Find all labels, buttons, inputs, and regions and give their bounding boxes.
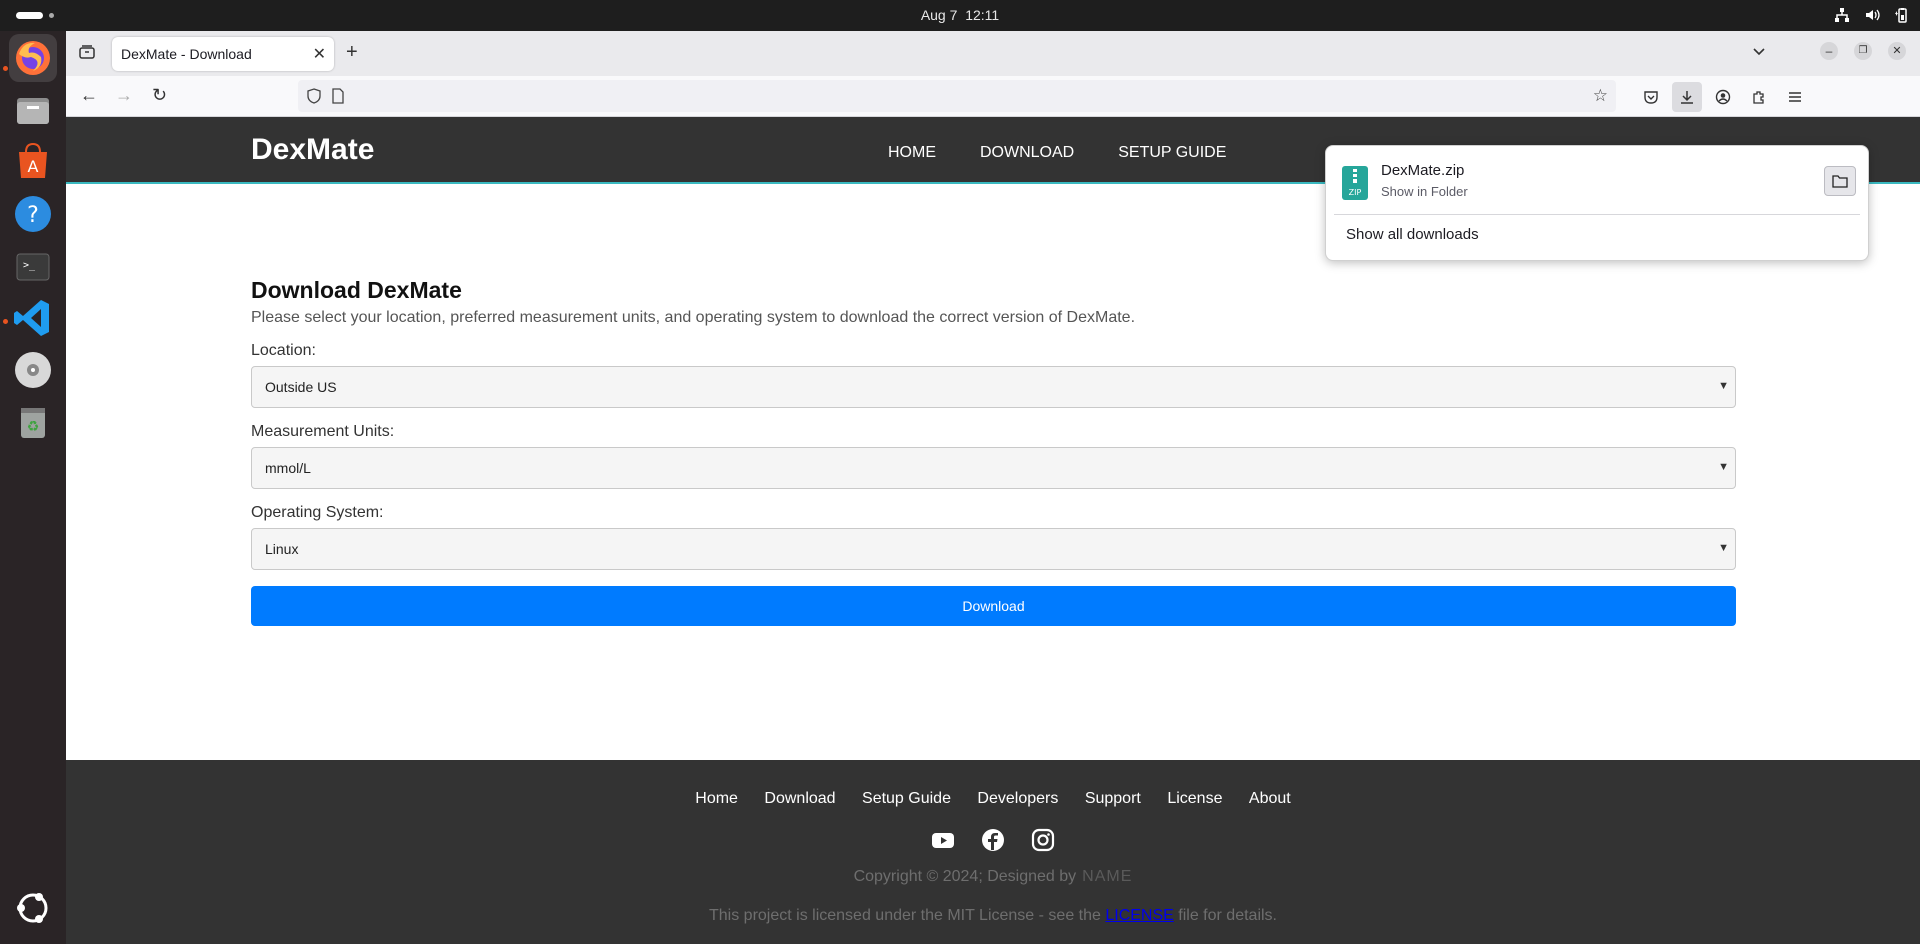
footer-link-support[interactable]: Support [1085, 790, 1141, 807]
ubuntu-logo-icon[interactable] [9, 884, 57, 932]
license-suffix: file for details. [1178, 907, 1277, 924]
files-icon[interactable] [9, 86, 57, 134]
nav-setup-guide[interactable]: SETUP GUIDE [1118, 144, 1226, 162]
location-value: Outside US [265, 379, 337, 395]
nav-home[interactable]: HOME [888, 144, 936, 162]
svg-text:>_: >_ [23, 260, 36, 271]
page-info-icon[interactable] [330, 88, 346, 109]
footer-link-home[interactable]: Home [695, 790, 738, 807]
dvd-icon[interactable] [9, 346, 57, 394]
license-text: This project is licensed under the MIT L… [66, 907, 1920, 925]
url-input[interactable] [360, 86, 1560, 106]
os-value: Linux [265, 541, 299, 557]
svg-text:♻: ♻ [27, 419, 40, 435]
close-tab-icon[interactable]: ✕ [313, 44, 326, 64]
running-indicator [3, 319, 8, 324]
back-icon[interactable]: ← [80, 85, 98, 106]
trash-icon[interactable]: ♻ [9, 398, 57, 446]
footer-links: Home Download Setup Guide Developers Sup… [66, 790, 1920, 808]
os-select[interactable]: Linux ▼ [251, 528, 1736, 570]
page-description: Please select your location, preferred m… [251, 309, 1136, 326]
download-button[interactable]: Download [251, 586, 1736, 626]
license-prefix: This project is licensed under the MIT L… [709, 907, 1101, 924]
panel-divider [1334, 214, 1860, 215]
dock: A ? >_ ♻ [0, 31, 66, 944]
footer-link-license[interactable]: License [1167, 790, 1222, 807]
app-center-icon[interactable]: A [9, 138, 57, 186]
units-label: Measurement Units: [251, 423, 395, 440]
system-top-bar: Aug 7 12:11 [0, 0, 1920, 31]
download-file-status: Show in Folder [1381, 184, 1468, 199]
tab-title: DexMate - Download [121, 46, 252, 62]
svg-text:A: A [28, 157, 39, 176]
terminal-icon[interactable]: >_ [9, 242, 57, 290]
network-icon[interactable] [1834, 7, 1850, 23]
footer-link-setup-guide[interactable]: Setup Guide [862, 790, 951, 807]
restore-window-icon[interactable]: ❐ [1854, 42, 1872, 60]
footer-link-developers[interactable]: Developers [977, 790, 1058, 807]
instagram-icon[interactable] [1031, 828, 1055, 852]
os-label: Operating System: [251, 504, 384, 521]
extensions-icon[interactable] [1744, 82, 1774, 112]
tab-bar: DexMate - Download ✕ + – ❐ ✕ [66, 31, 1920, 76]
downloads-icon[interactable] [1672, 82, 1702, 112]
tracking-shield-icon[interactable] [306, 88, 322, 109]
firefox-icon[interactable] [9, 34, 57, 82]
reload-icon[interactable]: ↻ [152, 85, 167, 106]
menu-icon[interactable] [1780, 82, 1810, 112]
url-bar[interactable]: ☆ [298, 80, 1616, 112]
tab-list-icon[interactable] [1751, 43, 1767, 64]
close-window-icon[interactable]: ✕ [1888, 42, 1906, 60]
site-footer: Home Download Setup Guide Developers Sup… [66, 760, 1920, 944]
show-in-folder-button[interactable] [1824, 166, 1856, 196]
new-tab-icon[interactable]: + [346, 41, 358, 64]
units-select[interactable]: mmol/L ▼ [251, 447, 1736, 489]
zip-file-icon: ZIP [1342, 166, 1368, 200]
account-icon[interactable] [1708, 82, 1738, 112]
forward-icon[interactable]: → [115, 85, 133, 106]
show-all-downloads-link[interactable]: Show all downloads [1346, 226, 1479, 243]
nav-download[interactable]: DOWNLOAD [980, 144, 1074, 162]
download-form: Download DexMate Please select your loca… [251, 277, 1736, 626]
designer-name: NAME [1082, 868, 1133, 885]
site-logo[interactable]: DexMate [251, 133, 374, 167]
clock-date: Aug 7 [920, 7, 958, 23]
tab-overview-icon[interactable] [78, 43, 96, 66]
browser-window: DexMate - Download ✕ + – ❐ ✕ ← → ↻ ☆ Dex… [66, 31, 1920, 944]
facebook-icon[interactable] [981, 828, 1005, 852]
vscode-icon[interactable] [9, 294, 57, 342]
copyright-label: Copyright © 2024; Designed by [853, 868, 1077, 885]
volume-icon[interactable] [1864, 7, 1880, 23]
system-clock[interactable]: Aug 7 12:11 [0, 7, 1920, 23]
running-indicator [3, 66, 8, 71]
copyright-text: Copyright © 2024; Designed by NAME [66, 868, 1920, 886]
svg-text:ZIP: ZIP [1349, 188, 1362, 197]
help-icon[interactable]: ? [9, 190, 57, 238]
bookmark-star-icon[interactable]: ☆ [1593, 86, 1608, 106]
system-tray[interactable] [1834, 7, 1910, 23]
location-select[interactable]: Outside US ▼ [251, 366, 1736, 408]
footer-link-download[interactable]: Download [764, 790, 835, 807]
chevron-down-icon: ▼ [1718, 542, 1729, 554]
pocket-icon[interactable] [1636, 82, 1666, 112]
footer-link-about[interactable]: About [1249, 790, 1291, 807]
folder-icon [1832, 175, 1848, 188]
downloads-panel: ZIP DexMate.zip Show in Folder Show all … [1325, 145, 1869, 261]
units-value: mmol/L [265, 460, 311, 476]
site-nav: HOME DOWNLOAD SETUP GUIDE [888, 144, 1270, 162]
minimize-window-icon[interactable]: – [1820, 42, 1838, 60]
social-links [66, 828, 1920, 852]
license-link[interactable]: LICENSE [1105, 907, 1173, 924]
location-label: Location: [251, 342, 316, 359]
navigation-toolbar: ← → ↻ ☆ [66, 76, 1920, 117]
page-title: Download DexMate [251, 277, 462, 303]
youtube-icon[interactable] [931, 828, 955, 852]
battery-icon[interactable] [1894, 7, 1910, 23]
download-file-name[interactable]: DexMate.zip [1381, 162, 1464, 179]
chevron-down-icon: ▼ [1718, 380, 1729, 392]
tab-dexmate-download[interactable]: DexMate - Download ✕ [112, 37, 334, 71]
chevron-down-icon: ▼ [1718, 461, 1729, 473]
clock-time: 12:11 [965, 7, 1000, 23]
svg-text:?: ? [27, 203, 39, 228]
